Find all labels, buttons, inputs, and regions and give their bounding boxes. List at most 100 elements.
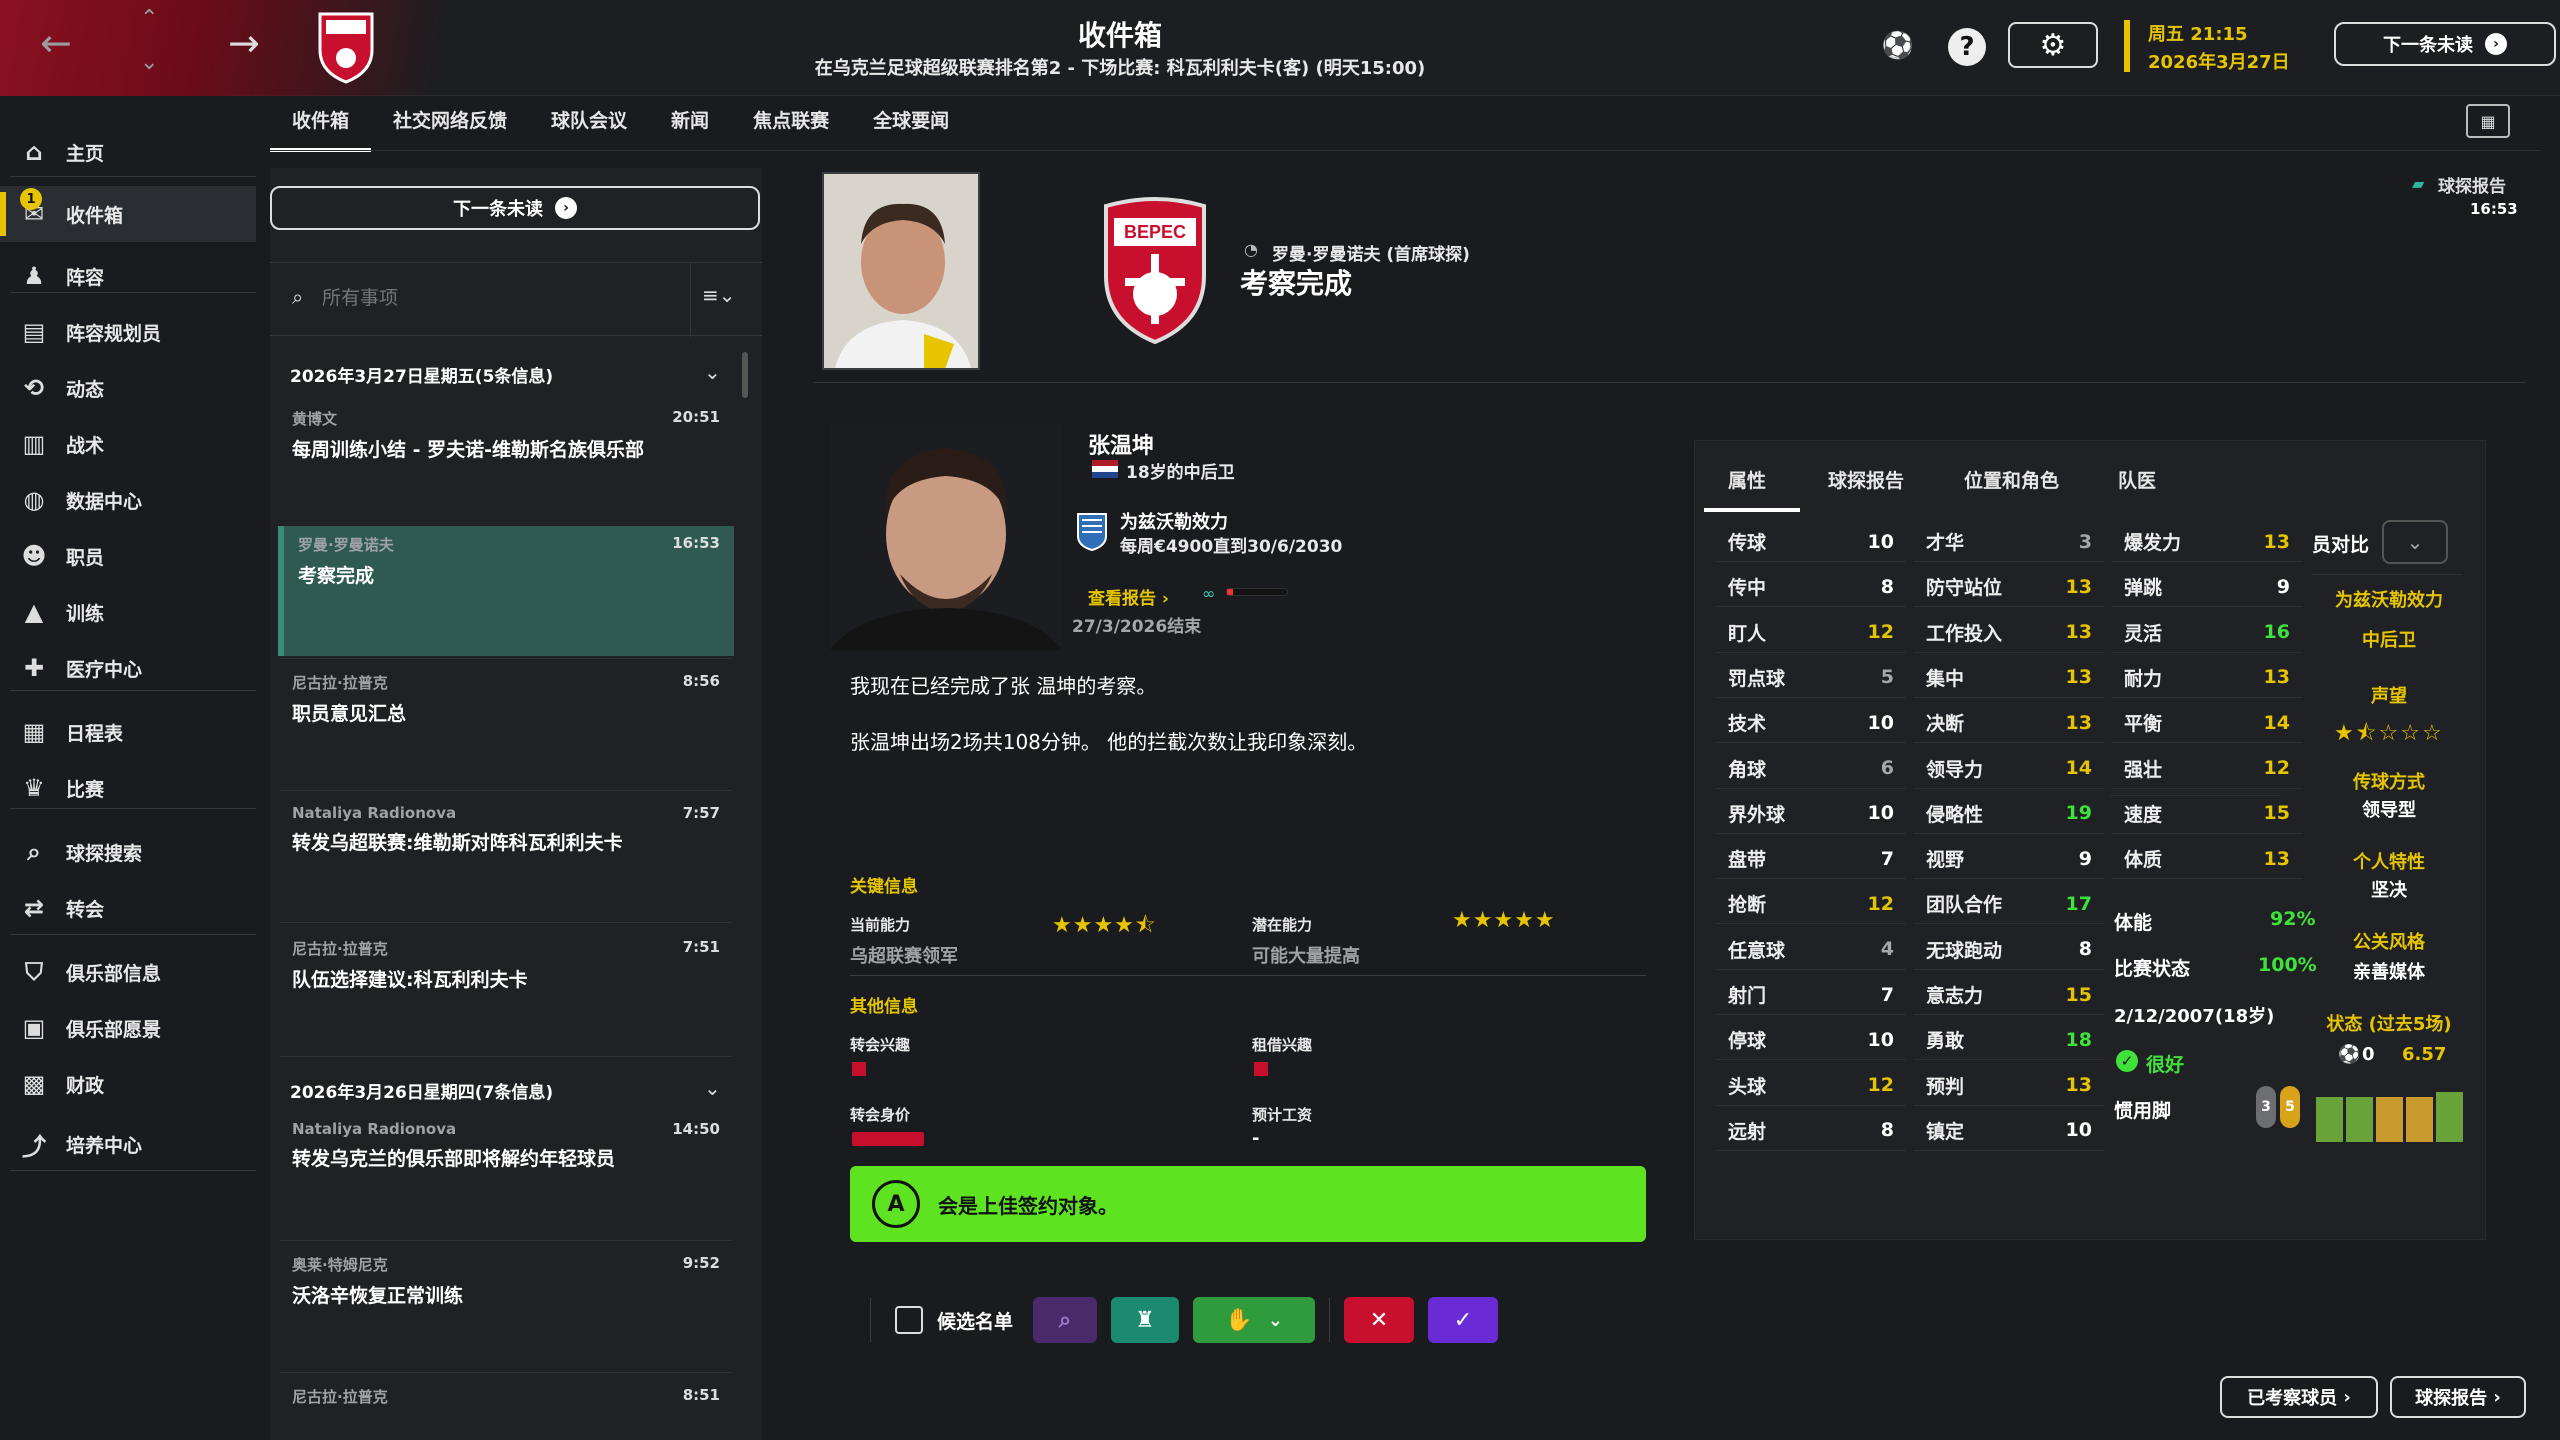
compare-dropdown[interactable]: ⌄ <box>2382 520 2448 564</box>
player-club[interactable]: 为兹沃勒效力 <box>1120 508 1228 534</box>
sidebar-item-dynamics[interactable]: ⟲ 动态 <box>0 360 256 416</box>
reject-button[interactable]: ✕ <box>1344 1297 1415 1343</box>
attribute-row[interactable]: 集中 13 <box>1914 658 2104 698</box>
chevron-down-icon[interactable]: ⌄ <box>1268 1310 1283 1331</box>
sidebar-item-inbox[interactable]: ✉ 收件箱 1 <box>0 186 256 242</box>
chevron-down-icon[interactable]: ⌄ <box>704 360 721 384</box>
view-report-link[interactable]: 查看报告 › <box>1088 584 1169 609</box>
tab-3[interactable]: 新闻 <box>649 104 731 152</box>
attribute-row[interactable]: 视野 9 <box>1914 839 2104 880</box>
attribute-row[interactable]: 工作投入 13 <box>1914 613 2104 653</box>
scout-search-button[interactable]: ⌕ <box>1033 1297 1098 1343</box>
sidebar-item-clipboard[interactable]: ▤ 阵容规划员 <box>0 304 256 360</box>
chevron-down-icon[interactable]: ⌄ <box>704 1076 721 1100</box>
list-item[interactable]: 尼古拉·拉普克 7:51 队伍选择建议:科瓦利利夫卡 <box>278 938 734 992</box>
attribute-row[interactable]: 团队合作 17 <box>1914 884 2104 925</box>
attribute-row[interactable]: 侵略性 19 <box>1914 794 2104 834</box>
tab-5[interactable]: 全球要闻 <box>851 104 971 152</box>
attribute-row[interactable]: 镇定 10 <box>1914 1111 2104 1151</box>
attribute-row[interactable]: 决断 13 <box>1914 703 2104 744</box>
player-portrait[interactable] <box>830 424 1062 650</box>
attribute-row[interactable]: 传中 8 <box>1716 567 1906 608</box>
pec-zwolle-badge-icon[interactable] <box>1076 512 1108 552</box>
list-item[interactable]: 黄博文 20:51 每周训练小结 - 罗夫诺-维勒斯名族俱乐部 <box>278 408 734 462</box>
group-header[interactable]: 2026年3月26日星期四(7条信息) <box>290 1078 730 1103</box>
settings-button[interactable]: ⚙ <box>2008 22 2098 68</box>
sidebar-item-calendar[interactable]: ▦ 日程表 <box>0 704 256 760</box>
form-label: 状态 (过去5场) <box>2326 1014 2452 1035</box>
handshake-icon: ✋ <box>1225 1307 1253 1333</box>
accept-button[interactable]: ✓ <box>1428 1297 1499 1343</box>
attribute-row[interactable]: 勇敢 18 <box>1914 1020 2104 1061</box>
list-item[interactable]: 尼古拉·拉普克 8:56 职员意见汇总 <box>278 672 734 726</box>
sidebar-item-finance[interactable]: ▩ 财政 <box>0 1056 256 1112</box>
attribute-row[interactable]: 角球 6 <box>1716 749 1906 789</box>
group-header[interactable]: 2026年3月27日星期五(5条信息) <box>290 362 730 387</box>
attribute-row[interactable]: 远射 8 <box>1716 1111 1906 1151</box>
attr-tab-3[interactable]: 队医 <box>2118 466 2156 493</box>
sidebar-item-home[interactable]: ⌂ 主页 <box>0 124 256 180</box>
world-icon[interactable]: ⚽ <box>1876 24 1920 68</box>
player-name[interactable]: 张温坤 <box>1088 428 1154 460</box>
continue-button[interactable]: 下一条未读 › <box>2334 22 2556 66</box>
scouted-players-button[interactable]: 已考察球员 › <box>2220 1376 2378 1418</box>
attribute-row[interactable]: 传球 10 <box>1716 522 1906 562</box>
tab-0[interactable]: 收件箱 <box>270 104 372 152</box>
sidebar-item-shirt[interactable]: ♟ 阵容 <box>0 248 256 304</box>
list-scrollbar[interactable] <box>742 352 748 398</box>
sidebar-item-medical[interactable]: ✚ 医疗中心 <box>0 640 256 696</box>
sidebar-item-shield[interactable]: ⛉ 俱乐部信息 <box>0 944 256 1000</box>
tab-4[interactable]: 焦点联赛 <box>731 104 851 152</box>
attribute-value: 8 <box>1880 1119 1894 1142</box>
shortlist-checkbox[interactable] <box>895 1306 923 1334</box>
sidebar-item-development[interactable]: ⤴ 培养中心 <box>0 1116 256 1172</box>
tab-1[interactable]: 社交网络反馈 <box>371 104 529 152</box>
attribute-row[interactable]: 预判 13 <box>1914 1066 2104 1106</box>
list-item[interactable]: 尼古拉·拉普克 8:51 <box>278 1386 734 1413</box>
attribute-row[interactable]: 任意球 4 <box>1716 930 1906 970</box>
attr-tab-0[interactable]: 属性 <box>1728 466 1766 493</box>
attribute-row[interactable]: 头球 12 <box>1716 1066 1906 1106</box>
help-icon[interactable]: ? <box>1948 28 1986 66</box>
attribute-row[interactable]: 才华 3 <box>1914 522 2104 562</box>
attribute-row[interactable]: 速度 15 <box>2112 794 2302 834</box>
list-item[interactable]: Nataliya Radionova 14:50 转发乌克兰的俱乐部即将解约年轻球员 <box>278 1120 734 1171</box>
sidebar-item-training[interactable]: ▲ 训练 <box>0 584 256 640</box>
attribute-row[interactable]: 罚点球 5 <box>1716 658 1906 698</box>
attribute-row[interactable]: 界外球 10 <box>1716 794 1906 834</box>
sort-menu-icon[interactable]: ≡⌄ <box>702 283 736 307</box>
attribute-row[interactable]: 停球 10 <box>1716 1020 1906 1061</box>
make-offer-button[interactable]: ✋ ⌄ <box>1193 1297 1316 1343</box>
attribute-row[interactable]: 技术 10 <box>1716 703 1906 744</box>
sidebar-item-label: 收件箱 <box>66 204 124 227</box>
sidebar-item-tactics[interactable]: ▥ 战术 <box>0 416 256 472</box>
sidebar-item-vision[interactable]: ▣ 俱乐部愿景 <box>0 1000 256 1056</box>
sidebar-item-search[interactable]: ⌕ 球探搜索 <box>0 824 256 880</box>
scout-report-button[interactable]: 球探报告 › <box>2390 1376 2526 1418</box>
attribute-row[interactable]: 无球跑动 8 <box>1914 930 2104 970</box>
sidebar-item-staff[interactable]: ☻ 职员 <box>0 528 256 584</box>
filter-input[interactable] <box>322 281 622 317</box>
scout-player-button[interactable]: ♜ <box>1111 1297 1180 1343</box>
list-item[interactable]: 罗曼·罗曼诺夫 16:53 考察完成 <box>278 526 734 656</box>
close-icon: ✕ <box>1369 1307 1389 1333</box>
sidebar-item-data[interactable]: ◍ 数据中心 <box>0 472 256 528</box>
attribute-row[interactable]: 抢断 12 <box>1716 884 1906 925</box>
list-item[interactable]: Nataliya Radionova 7:57 转发乌超联赛:维勒斯对阵科瓦利利夫卡 <box>278 804 734 855</box>
list-item[interactable]: 奥莱·特姆尼克 9:52 沃洛辛恢复正常训练 <box>278 1254 734 1308</box>
sidebar-divider <box>10 808 256 809</box>
list-next-unread-button[interactable]: 下一条未读 › <box>270 186 760 230</box>
layout-icon[interactable]: ▦ <box>2466 104 2510 138</box>
left-foot-rating: 3 <box>2256 1086 2276 1128</box>
attribute-row[interactable]: 防守站位 13 <box>1914 567 2104 608</box>
attribute-row[interactable]: 体质 13 <box>2112 839 2302 880</box>
attribute-row[interactable]: 意志力 15 <box>1914 975 2104 1015</box>
attribute-row[interactable]: 盘带 7 <box>1716 839 1906 880</box>
sidebar-item-transfer[interactable]: ⇄ 转会 <box>0 880 256 936</box>
tab-2[interactable]: 球队会议 <box>529 104 649 152</box>
attribute-row[interactable]: 射门 7 <box>1716 975 1906 1015</box>
attr-tab-2[interactable]: 位置和角色 <box>1964 466 2059 493</box>
attr-tab-1[interactable]: 球探报告 <box>1828 466 1904 493</box>
attribute-row[interactable]: 领导力 14 <box>1914 749 2104 789</box>
attribute-row[interactable]: 盯人 12 <box>1716 613 1906 653</box>
